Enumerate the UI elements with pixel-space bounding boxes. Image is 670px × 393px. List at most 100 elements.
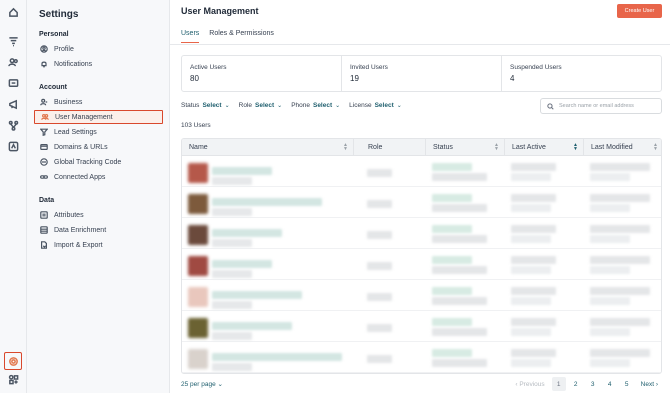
sidebar-item-user-management[interactable]: User Management [34,110,163,124]
redacted-cell [212,353,342,361]
sidebar-item-label: Attributes [54,211,84,219]
avatar [188,194,208,214]
table-row[interactable] [182,281,661,311]
redacted-cell [432,163,472,171]
redacted-cell [212,332,252,340]
per-page-select[interactable]: 25 per page ⌄ [181,380,223,388]
integrations-icon[interactable] [6,372,21,387]
table-row[interactable] [182,219,661,249]
redacted-cell [432,173,487,181]
stat-value: 80 [190,74,199,83]
redacted-cell [212,322,292,330]
settings-icon[interactable] [4,352,22,370]
sidebar-item-global-tracking-code[interactable]: Global Tracking Code [34,155,163,169]
avatar [188,318,208,338]
stat-suspended-users: Suspended Users 4 [502,56,661,91]
table-row[interactable] [182,343,661,373]
sidebar-item-data-enrichment[interactable]: Data Enrichment [34,223,163,237]
sidebar-item-label: Import & Export [54,241,103,249]
sidebar-item-import-export[interactable]: Import & Export [34,238,163,252]
search-input[interactable]: Search name or email address [540,98,662,114]
column-label: Name [189,144,208,151]
page-button[interactable]: 5 [620,377,634,391]
megaphone-icon[interactable] [6,97,21,112]
redacted-cell [511,256,556,264]
sidebar-group-account: Account [39,84,67,91]
table-row[interactable] [182,157,661,187]
redacted-cell [590,266,630,274]
tabs: Users Roles & Permissions [181,30,274,43]
column-header-role[interactable]: Role [361,139,426,156]
page-button[interactable]: 2 [569,377,583,391]
import-export-icon [41,241,47,249]
sidebar-item-attributes[interactable]: Attributes [34,208,163,222]
redacted-cell [212,229,282,237]
column-header-name[interactable]: Name ▲ ▼ [182,139,354,156]
tabs-divider [170,44,670,45]
redacted-cell [212,167,272,175]
redacted-cell [590,194,650,202]
page-button[interactable]: 3 [586,377,600,391]
filter-status[interactable]: Status Select ⌄ [181,102,230,109]
sidebar-item-label: Domains & URLs [54,143,108,151]
search-placeholder: Search name or email address [559,103,634,109]
avatar [188,349,208,369]
settings-sidebar: Settings Personal Profile Notifications … [27,0,170,393]
search-icon [547,102,554,110]
redacted-cell [511,235,551,243]
reports-icon[interactable] [6,139,21,154]
sidebar-item-notifications[interactable]: Notifications [34,57,163,71]
table-row[interactable] [182,312,661,342]
filter-phone[interactable]: Phone Select ⌄ [291,102,340,109]
redacted-cell [511,297,551,305]
messages-icon[interactable] [6,76,21,91]
next-page-button[interactable]: Next › [637,377,662,391]
redacted-cell [367,324,392,332]
workflow-icon[interactable] [6,118,21,133]
column-header-last-modified[interactable]: Last Modified ▲ ▼ [584,139,661,156]
filter-license[interactable]: License Select ⌄ [349,102,402,109]
page-button[interactable]: 1 [551,377,566,391]
sidebar-item-domains-urls[interactable]: Domains & URLs [34,140,163,154]
sidebar-item-profile[interactable]: Profile [34,42,163,56]
redacted-cell [432,194,472,202]
sort-icon: ▲ ▼ [494,142,499,152]
redacted-cell [432,204,487,212]
filter-value: Select [312,102,333,109]
sidebar-item-lead-settings[interactable]: Lead Settings [34,125,163,139]
table-row[interactable] [182,250,661,280]
redacted-cell [432,256,472,264]
table-row[interactable] [182,188,661,218]
redacted-cell [590,349,650,357]
users-icon [41,114,49,120]
sidebar-item-label: Notifications [54,60,93,68]
home-icon[interactable] [6,5,21,20]
column-header-status[interactable]: Status ▲ ▼ [426,139,505,156]
filter-label: Role [238,102,252,109]
user-count: 103 Users [181,122,211,129]
tab-users[interactable]: Users [181,30,200,43]
icon-rail [0,0,27,393]
stat-invited-users: Invited Users 19 [342,56,502,91]
funnel-icon [40,128,48,136]
next-label: Next [640,380,655,388]
redacted-cell [511,225,556,233]
chevron-down-icon: ⌄ [335,103,341,109]
redacted-cell [590,163,650,171]
sidebar-item-business[interactable]: Business [34,95,163,109]
redacted-cell [367,262,392,270]
column-header-last-active[interactable]: Last Active ▲ ▼ [505,139,584,156]
sidebar-item-label: Global Tracking Code [54,158,122,166]
tab-roles-permissions[interactable]: Roles & Permissions [209,30,274,43]
create-user-button[interactable]: Create User [617,4,662,18]
funnel-icon[interactable] [6,34,21,49]
previous-page-button[interactable]: ‹ Previous [511,377,548,391]
redacted-cell [432,225,472,233]
page-button[interactable]: 4 [603,377,617,391]
filter-role[interactable]: Role Select ⌄ [239,102,283,109]
redacted-cell [432,359,487,367]
stat-value: 19 [350,74,359,83]
redacted-cell [432,297,487,305]
contacts-icon[interactable] [6,55,21,70]
sidebar-item-connected-apps[interactable]: Connected Apps [34,170,163,184]
